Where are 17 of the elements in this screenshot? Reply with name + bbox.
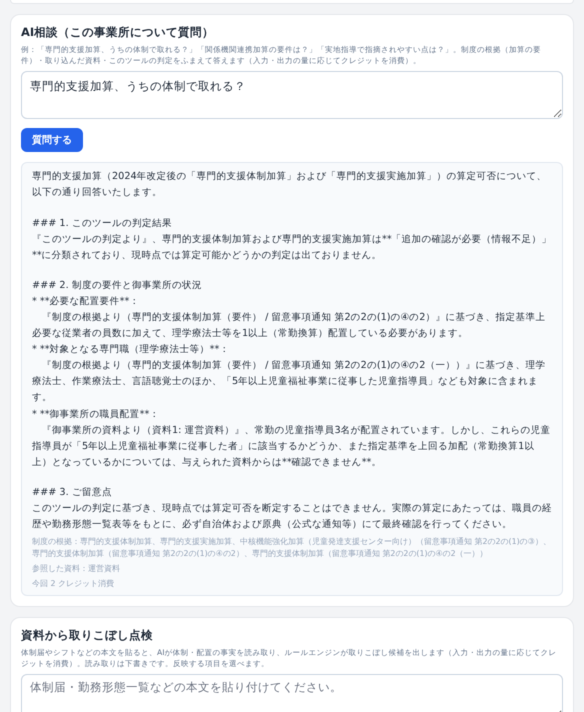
section-title: AI相談（この事業所について質問）	[21, 25, 216, 40]
answer-text: このツールの判定に基づき、現時点では算定可否を断定することはできません。実際の算定にあたっては、職員の経歴や勤務形態一覧表等をもとに、必ず自治体および原典（公式な通知等）にて最終確認を行ってください。	[32, 502, 552, 532]
question-field[interactable]: 専門的支援加算、うちの体制で取れる？	[21, 71, 563, 120]
answer-text: 『制度の根拠より（専門的支援体制加算（要件） / 留意事項通知 第2の2の(1)の④の2）』に基づき、指定基準上必要な従業者の員数に加えて、理学療法士等を1以上（常勤換算）配置している必要があります。	[32, 310, 546, 342]
answer-text: 専門的支援加算（2024年改定後の「専門的支援体制加算」および「専門的支援実施加算」）の算定可否について、以下の通り回答いたします。	[32, 170, 548, 200]
ask-button[interactable]: 質問する	[21, 128, 83, 152]
answer-text: ### 3. ご留意点	[32, 486, 113, 500]
source-text-field[interactable]: 体制届・勤務形態一覧などの本文を貼り付けてください。	[21, 674, 563, 712]
answer-text: 『制度の根拠より（専門的支援体制加算（要件） / 留意事項通知 第2の2の(1)の④の2（一））』に基づき、理学療法士、作業療法士、言語聴覚士のほか、「5年以上児童福祉事業に従事した児童指導員」なども対象に含まれます。	[32, 359, 546, 406]
answer-text: * **対象となる専門職（理学療法士等）**：	[32, 343, 230, 358]
answer-text: * **必要な配置要件**：	[32, 294, 140, 309]
section-title: 資料から取りこぼし点検	[21, 628, 154, 643]
answer-text: 『このツールの判定より』、専門的支援体制加算および専門的支援実施加算は**「追加の確認が必要（情報不足）」**に分類されており、現時点では算定可能かどうかの判定は出ておりません。	[32, 232, 552, 263]
answer-text: * **御事業所の職員配置**：	[32, 408, 160, 422]
answer-text: ### 1. このツールの判定結果	[32, 216, 173, 230]
answer-text: 『御事業所の資料より（資料1: 運営資料）』、常勤の児童指導員3名が配置されています。しかし、これらの児童指導員が「5年以上児童福祉事業に従事した者」に該当するかどうか、また指定基準を上回る加配（常勤換算1以上）となっているかについては、与えられた資料からは**確認できません**。	[32, 424, 552, 470]
answer-text: ### 2. 制度の要件と御事業所の状況	[32, 278, 203, 293]
